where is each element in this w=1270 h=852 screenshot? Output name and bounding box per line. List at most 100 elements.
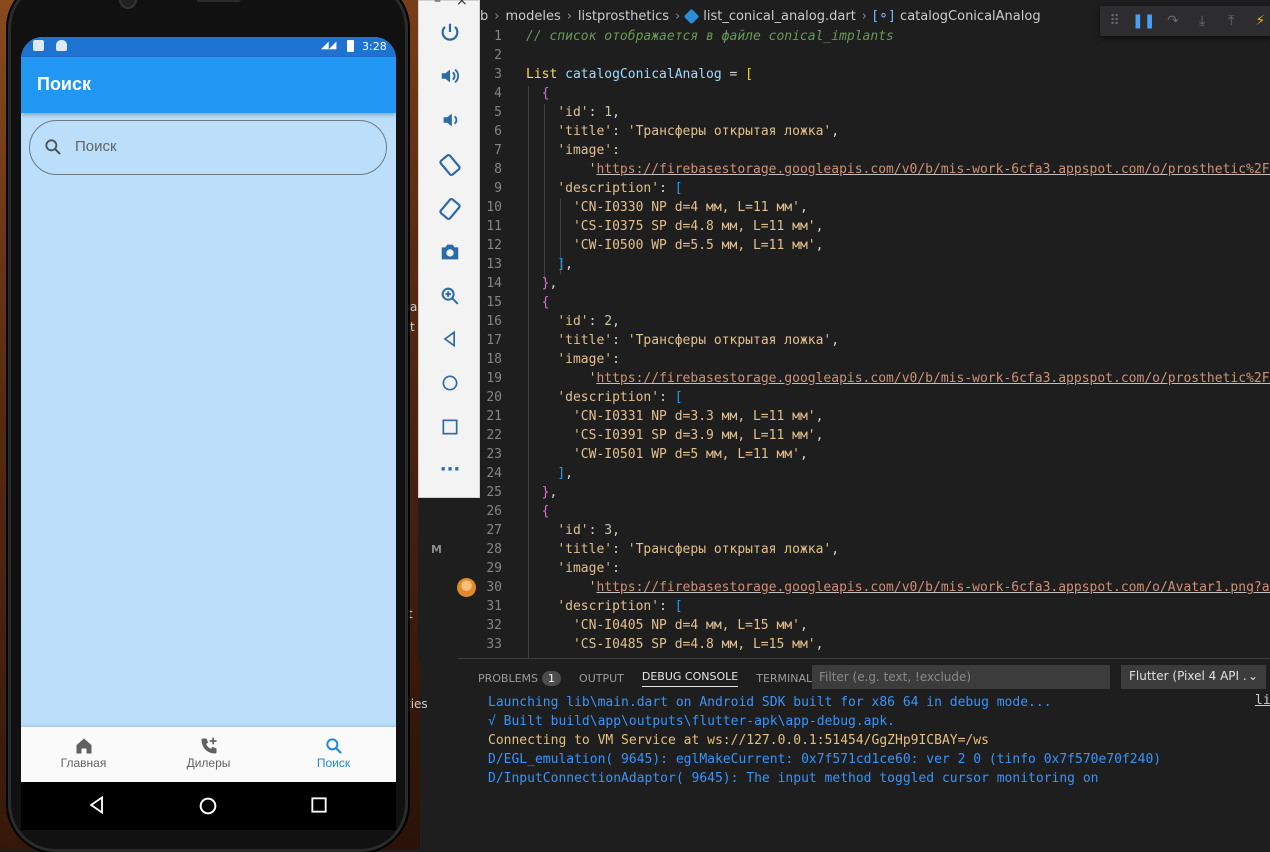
code-line[interactable]: 22 'CS-I0391 SP d=3.9 мм, L=11 мм', [480,426,1270,445]
tab-terminal[interactable]: TERMINAL [756,672,812,685]
line-number: 17 [486,333,502,348]
code-line[interactable]: 30 'https://firebasestorage.googleapis.c… [480,578,1270,597]
code-line[interactable]: 28 'title': 'Трансферы открытая ложка', [480,540,1270,559]
code-line[interactable]: 20 'description': [ [480,388,1270,407]
notification-icon [33,40,44,51]
code-line[interactable]: 26 { [480,502,1270,521]
device-select[interactable]: Flutter (Pixel 4 API . ⌄ [1121,665,1266,689]
volume-down-icon[interactable] [419,109,481,136]
code-line[interactable]: 7 'image': [480,141,1270,160]
close-button[interactable]: × [456,0,468,9]
code-line[interactable]: 6 'title': 'Трансферы открытая ложка', [480,122,1270,141]
code-line[interactable]: 15 { [480,293,1270,312]
home-icon[interactable] [419,373,481,398]
code-area[interactable]: 1 // список отображается в файле conical_… [480,27,1270,657]
rotate-right-icon[interactable] [419,197,481,226]
overview-icon[interactable] [419,417,481,442]
breadcrumb-modeles[interactable]: modeles [505,9,560,24]
line-text: 'CW-I0501 WP d=5 мм, L=11 мм', [572,447,808,462]
code-line[interactable]: 19 'https://firebasestorage.googleapis.c… [480,369,1270,388]
line-number: 33 [486,637,502,652]
nav-label: Главная [60,756,107,770]
power-icon[interactable] [419,21,481,48]
back-icon[interactable] [419,329,481,354]
line-number: 5 [494,105,502,120]
code-line[interactable]: 27 'id': 3, [480,521,1270,540]
code-line[interactable]: 13 ], [480,255,1270,274]
rotate-left-icon[interactable] [419,153,481,182]
nav-label: Дилеры [186,756,231,770]
breadcrumb-file[interactable]: list_conical_analog.dart [703,9,856,24]
zoom-icon[interactable] [419,285,481,312]
code-line[interactable]: 16 'id': 2, [480,312,1270,331]
earpiece-speaker [196,0,241,2]
more-icon[interactable]: ··· [419,459,481,480]
tab-output[interactable]: OUTPUT [579,672,624,685]
hidden-label-1: a [410,300,418,314]
dart-file-icon [683,8,700,24]
code-line[interactable]: 3 List catalogConicalAnalog = [ [480,65,1270,84]
line-number: 9 [494,181,502,196]
code-line[interactable]: 11 'CS-I0375 SP d=4.8 мм, L=11 мм', [480,217,1270,236]
line-text: 'CN-I0331 NP d=3.3 мм, L=11 мм', [572,409,824,424]
nav-item-0[interactable]: Главная [21,727,146,782]
code-line[interactable]: 24 ], [480,464,1270,483]
console-filter-input[interactable]: Filter (e.g. text, !exclude) [812,665,1110,689]
debug-console-output[interactable]: Launching lib\main.dart on Android SDK b… [488,693,1268,788]
nav-item-2[interactable]: Поиск [271,727,396,782]
code-line[interactable]: 10 'CN-I0330 NP d=4 мм, L=11 мм', [480,198,1270,217]
add-call-icon [146,736,271,756]
code-line[interactable]: 2 [480,46,1270,65]
breadcrumb-symbol[interactable]: catalogConicalAnalog [900,9,1041,24]
minimize-button[interactable]: – [434,0,441,9]
chevron-right-icon: › [861,8,867,24]
back-icon[interactable] [87,795,107,815]
line-number: 15 [486,295,502,310]
console-line: D/EGL_emulation( 9645): eglMakeCurrent: … [488,752,1162,767]
code-line[interactable]: 25 }, [480,483,1270,502]
code-line[interactable]: 9 'description': [ [480,179,1270,198]
code-line[interactable]: 29 'image': [480,559,1270,578]
line-number: 14 [486,276,502,291]
recents-icon[interactable] [309,795,329,815]
line-text: ], [557,257,573,272]
chevron-right-icon: › [494,8,500,24]
code-line[interactable]: 14 }, [480,274,1270,293]
line-text: 'id': 1, [557,105,620,120]
code-line[interactable]: 21 'CN-I0331 NP d=3.3 мм, L=11 мм', [480,407,1270,426]
home-icon[interactable] [197,795,219,817]
line-text: 'title': 'Трансферы открытая ложка', [557,124,840,139]
code-line[interactable]: 17 'title': 'Трансферы открытая ложка', [480,331,1270,350]
code-line[interactable]: 5 'id': 1, [480,103,1270,122]
code-line[interactable]: 32 'CN-I0405 NP d=4 мм, L=15 мм', [480,616,1270,635]
line-text: 'image': [557,561,620,576]
code-line[interactable]: 12 'CW-I0500 WP d=5.5 мм, L=11 мм', [480,236,1270,255]
source-link[interactable]: li [1255,693,1270,708]
code-line[interactable]: 33 'CS-I0485 SP d=4.8 мм, L=15 мм', [480,635,1270,654]
code-line[interactable]: 18 'image': [480,350,1270,369]
volume-up-icon[interactable] [419,65,481,92]
user-avatar-icon[interactable] [457,578,476,597]
line-text: { [541,504,550,519]
tab-debug-console[interactable]: DEBUG CONSOLE [641,670,739,687]
code-line[interactable]: 23 'CW-I0501 WP d=5 мм, L=11 мм', [480,445,1270,464]
code-line[interactable]: 4 { [480,84,1270,103]
front-camera [119,0,137,9]
nav-item-1[interactable]: Дилеры [146,727,271,782]
console-line: √ Built build\app\outputs\flutter-apk\ap… [488,714,895,729]
hidden-label-3: t [408,607,413,621]
search-icon [45,139,61,155]
line-text: 'CW-I0500 WP d=5.5 мм, L=11 мм', [572,238,824,253]
line-text: 'description': [ [557,599,683,614]
code-line[interactable]: 1 // список отображается в файле conical_… [480,27,1270,46]
tab-problems[interactable]: PROBLEMS 1 [478,670,562,686]
search-input[interactable]: Поиск [29,120,387,175]
code-line[interactable]: 31 'description': [ [480,597,1270,616]
tab-problems-label: PROBLEMS [478,671,539,685]
breadcrumb-listprosthetics[interactable]: listprosthetics [578,9,669,24]
breadcrumb-lib[interactable]: b [480,9,488,24]
camera-icon[interactable] [419,241,481,268]
line-text: 'id': 3, [557,523,620,538]
line-text: 'title': 'Трансферы открытая ложка', [557,542,840,557]
code-line[interactable]: 8 'https://firebasestorage.googleapis.co… [480,160,1270,179]
